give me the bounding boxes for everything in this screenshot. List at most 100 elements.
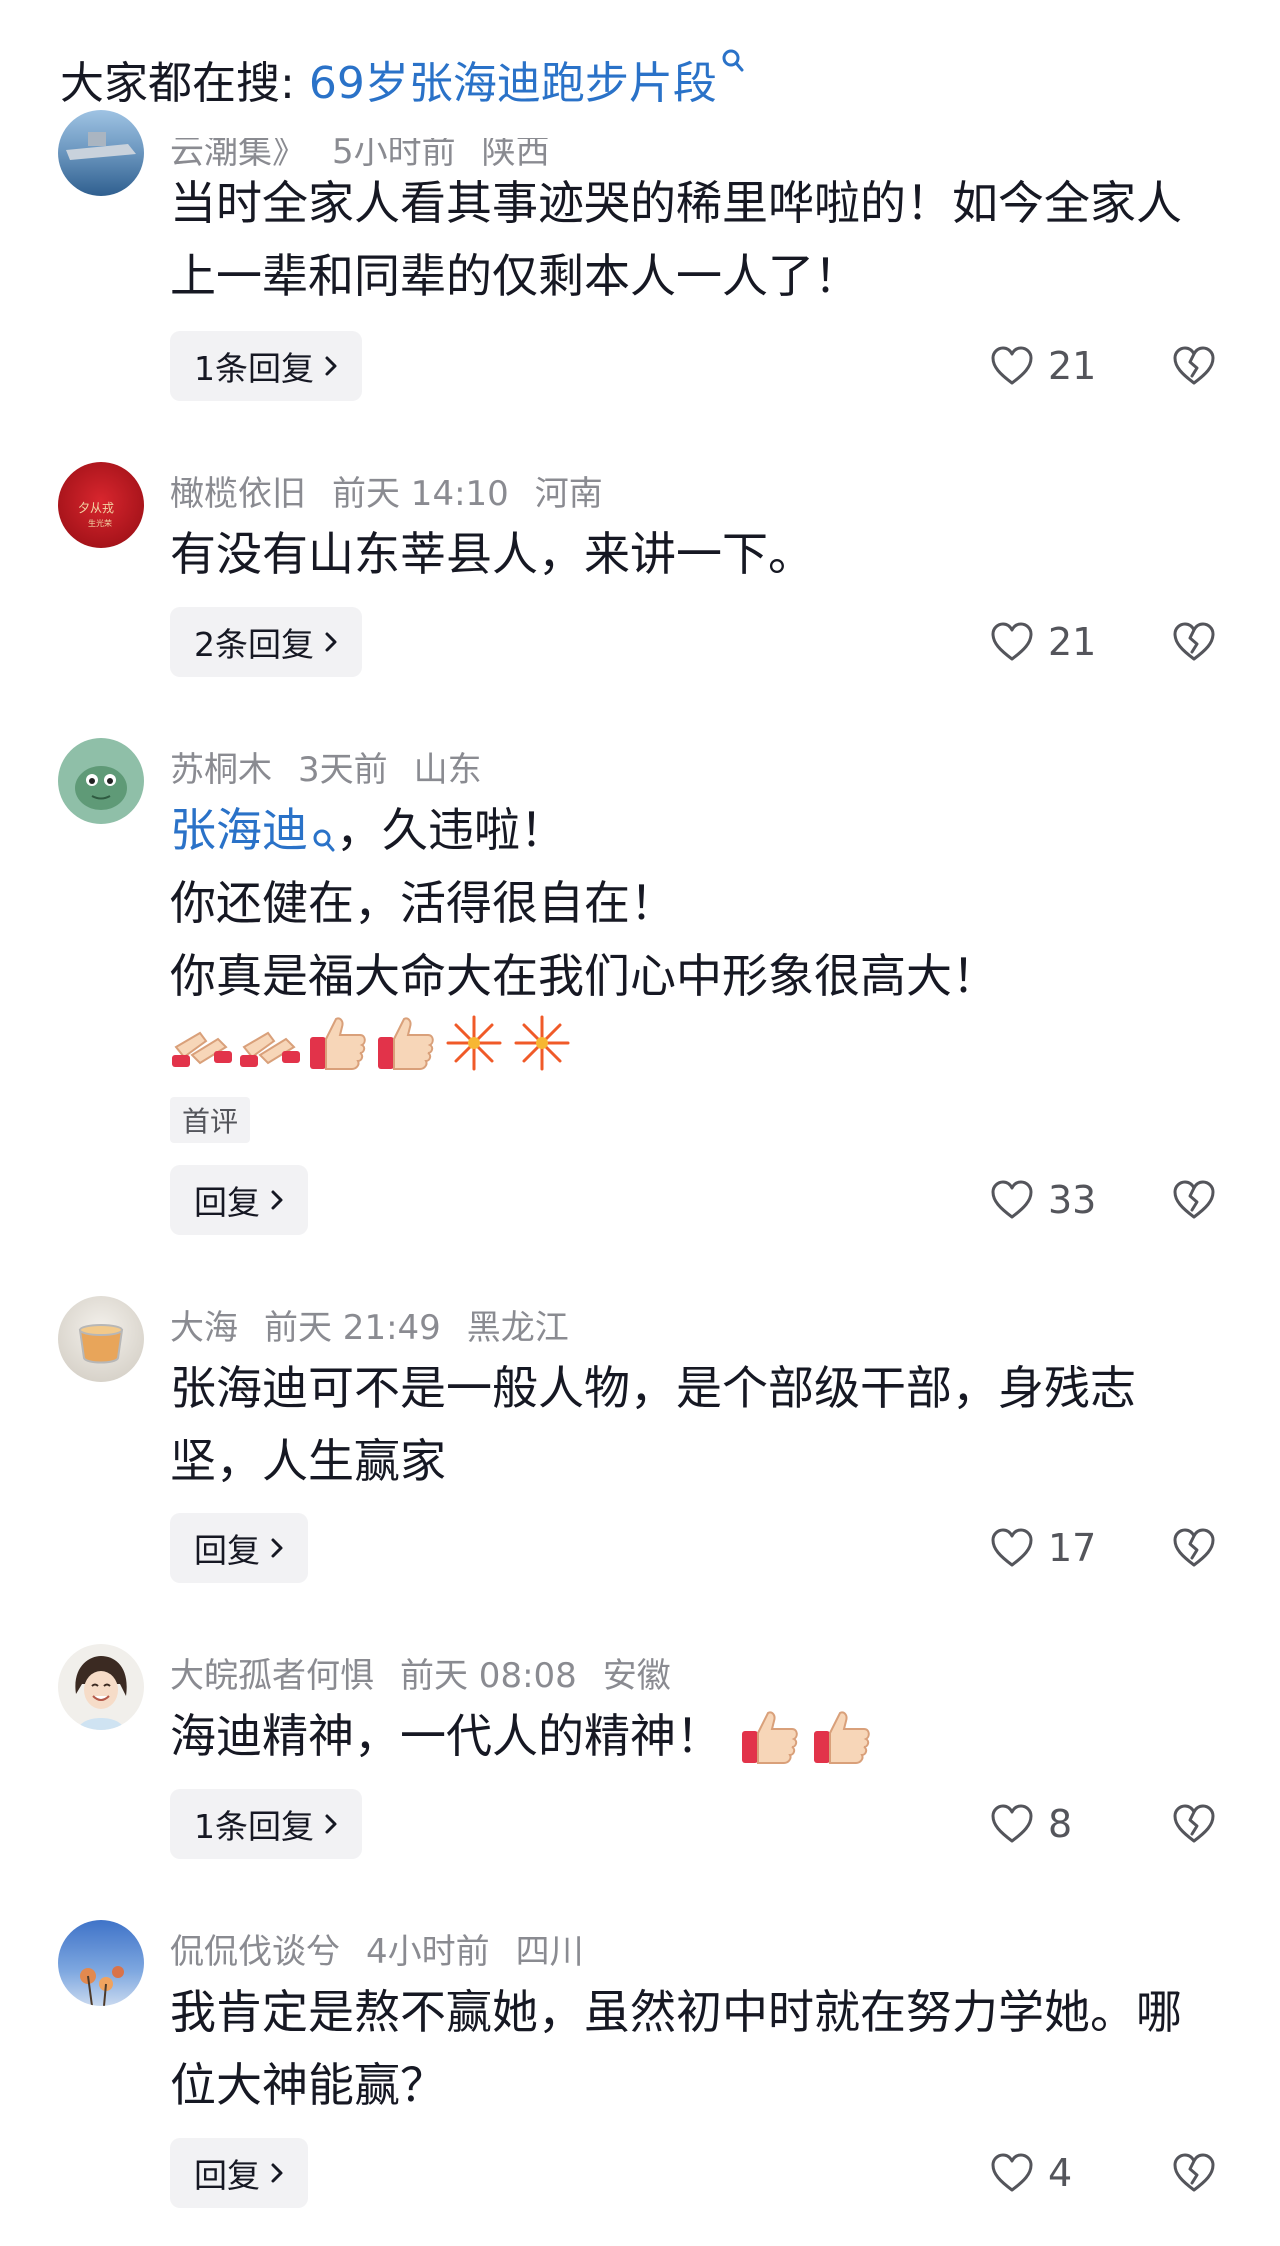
broken-heart-icon: [1173, 1180, 1215, 1219]
comment-author[interactable]: 苏桐木: [170, 750, 272, 790]
broken-heart-icon: [1173, 1804, 1215, 1843]
avatar[interactable]: 夕从戎 生光荣: [58, 462, 144, 548]
reply-button-label: 回复: [194, 1531, 260, 1570]
comment-location: 四川: [515, 1932, 584, 1972]
chevron-right-icon: [270, 1189, 284, 1211]
like-button[interactable]: 21: [990, 331, 1096, 401]
chevron-right-icon: [270, 2162, 284, 2184]
avatar[interactable]: [58, 110, 144, 196]
like-count: 21: [1048, 620, 1097, 664]
comment-text-line: 张海迪 ，久违啦！: [170, 794, 1230, 867]
like-count: 17: [1048, 1526, 1097, 1570]
comment-time: 前天 08:08: [400, 1656, 577, 1696]
dislike-button[interactable]: [1172, 1165, 1216, 1235]
reply-button-label: 回复: [194, 1183, 260, 1222]
dislike-button[interactable]: [1172, 1789, 1216, 1859]
comment-meta: 云潮集》 5小时前 陕西: [170, 132, 576, 173]
like-button[interactable]: 33: [990, 1165, 1096, 1235]
view-replies-button[interactable]: 1条回复: [170, 331, 362, 401]
thumbs-up-emoji-icon: [742, 1711, 798, 1764]
reply-button-label: 1条回复: [194, 349, 314, 388]
avatar[interactable]: [58, 1296, 144, 1382]
dislike-button[interactable]: [1172, 2138, 1216, 2208]
emoji-row: [170, 1011, 574, 1075]
like-button[interactable]: 8: [990, 1789, 1072, 1859]
heart-icon: [991, 2153, 1033, 2192]
dislike-button[interactable]: [1172, 1513, 1216, 1583]
comment-text: 有没有山东莘县人，来讲一下。: [170, 518, 1230, 591]
comment-author[interactable]: 大皖孤者何惧: [170, 1656, 374, 1696]
reply-button[interactable]: 回复: [170, 1165, 308, 1235]
comment-meta: 大皖孤者何惧 前天 08:08 安徽: [170, 1648, 697, 1697]
comment-location: 安徽: [602, 1656, 671, 1696]
search-suggestion-bar: 大家都在搜: 69岁张海迪跑步片段: [60, 44, 745, 114]
reply-button-label: 2条回复: [194, 625, 314, 664]
comment-text: 张海迪 ，久违啦！ 你还健在，活得很自在！ 你真是福大命大在我们心中形象很高大！: [170, 794, 1230, 1013]
comment-author[interactable]: 大海: [170, 1308, 238, 1348]
comment-text: 我肯定是熬不赢她，虽然初中时就在努力学她。哪 位大神能赢？: [170, 1976, 1230, 2122]
search-suggestion-label: 大家都在搜:: [60, 58, 295, 109]
comment-author[interactable]: 云潮集》: [170, 138, 306, 172]
comment-text-line: 坚，人生赢家: [170, 1434, 446, 1488]
comment-text-line: 你真是福大命大在我们心中形象很高大！: [170, 949, 998, 1003]
heart-icon: [991, 622, 1033, 661]
chevron-right-icon: [324, 1813, 338, 1835]
avatar[interactable]: [58, 1644, 144, 1730]
view-replies-button[interactable]: 1条回复: [170, 1789, 362, 1859]
comment-meta: 橄榄依旧 前天 14:10 河南: [170, 466, 629, 515]
heart-icon: [991, 346, 1033, 385]
like-button[interactable]: 17: [990, 1513, 1096, 1583]
comment-author[interactable]: 橄榄依旧: [170, 474, 306, 514]
broken-heart-icon: [1173, 622, 1215, 661]
thumbs-up-emoji-icon: [378, 1017, 434, 1070]
like-count: 21: [1048, 344, 1097, 388]
comment-time: 3天前: [298, 750, 388, 790]
view-replies-button[interactable]: 2条回复: [170, 607, 362, 677]
search-suggestion-link[interactable]: 69岁张海迪跑步片段: [309, 47, 717, 111]
comment-meta: 大海 前天 21:49 黑龙江: [170, 1300, 595, 1349]
reply-button-label: 回复: [194, 2156, 260, 2195]
first-comment-badge: 首评: [170, 1097, 251, 1143]
broken-heart-icon: [1173, 1528, 1215, 1567]
comment-text: 海迪精神，一代人的精神！: [170, 1700, 1230, 1773]
fireworks-emoji-icon: [446, 1015, 502, 1071]
dislike-button[interactable]: [1172, 331, 1216, 401]
broken-heart-icon: [1173, 2153, 1215, 2192]
like-button[interactable]: 21: [990, 607, 1096, 677]
fireworks-emoji-icon: [514, 1015, 570, 1071]
reply-button[interactable]: 回复: [170, 1513, 308, 1583]
heart-icon: [991, 1804, 1033, 1843]
like-count: 33: [1048, 1178, 1097, 1222]
broken-heart-icon: [1173, 346, 1215, 385]
dislike-button[interactable]: [1172, 607, 1216, 677]
like-button[interactable]: 4: [990, 2138, 1072, 2208]
svg-text:生光荣: 生光荣: [88, 518, 112, 528]
comment-location: 陕西: [481, 132, 550, 172]
heart-icon: [991, 1180, 1033, 1219]
comment-location: 黑龙江: [466, 1308, 569, 1348]
thumbs-up-emoji-icon: [814, 1711, 870, 1764]
mention-suffix: ，久违啦！: [336, 803, 566, 857]
comment-author[interactable]: 侃侃伐谈兮: [170, 1932, 340, 1972]
comment-time: 前天 21:49: [264, 1308, 441, 1348]
comment-location: 山东: [413, 750, 482, 790]
avatar[interactable]: [58, 738, 144, 824]
comment-time: 4小时前: [366, 1932, 490, 1972]
comment-time: 前天 14:10: [332, 474, 509, 514]
emoji-row: [738, 1705, 874, 1769]
reply-button[interactable]: 回复: [170, 2138, 308, 2208]
like-count: 8: [1048, 1802, 1073, 1846]
chevron-right-icon: [270, 1537, 284, 1559]
comment-text-line: 海迪精神，一代人的精神！: [170, 1709, 722, 1763]
avatar[interactable]: [58, 1920, 144, 2006]
comment-text-line: 位大神能赢？: [170, 2058, 446, 2112]
search-icon[interactable]: [312, 802, 336, 875]
reply-button-label: 1条回复: [194, 1807, 314, 1846]
mention-link[interactable]: 张海迪: [170, 803, 308, 857]
search-icon[interactable]: [721, 48, 745, 74]
thumbs-up-emoji-icon: [310, 1017, 366, 1070]
comment-text-line: 你还健在，活得很自在！: [170, 876, 676, 930]
comment-text-line: 张海迪可不是一般人物，是个部级干部，身残志: [170, 1361, 1136, 1415]
comment-time: 5小时前: [332, 132, 456, 172]
chevron-right-icon: [324, 355, 338, 377]
